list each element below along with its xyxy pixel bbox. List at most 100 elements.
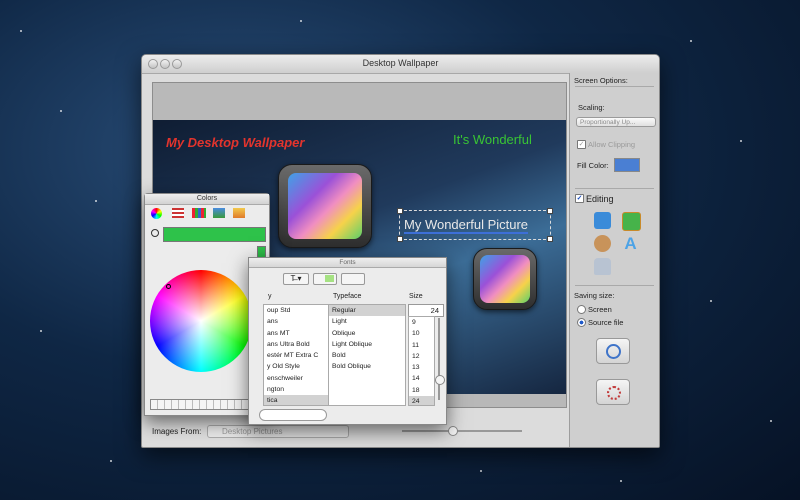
- canvas-top-area: [153, 83, 566, 120]
- size-list-item[interactable]: 10: [409, 328, 434, 339]
- typeface-list-item[interactable]: Regular: [329, 305, 405, 317]
- window-title: Desktop Wallpaper: [362, 58, 439, 68]
- family-list-item[interactable]: y Old Style: [264, 361, 328, 372]
- size-list-item[interactable]: 12: [409, 351, 434, 362]
- size-list-item[interactable]: 18: [409, 385, 434, 396]
- star: [770, 420, 772, 422]
- screen-radio[interactable]: [577, 305, 586, 314]
- text-color-swatch: [325, 275, 334, 282]
- typeface-column-header: Typeface: [333, 293, 362, 300]
- font-search-field[interactable]: [259, 409, 327, 421]
- size-list-item[interactable]: 14: [409, 373, 434, 384]
- resize-handle[interactable]: [397, 208, 403, 214]
- size-slider-knob[interactable]: [435, 375, 445, 385]
- star: [710, 300, 712, 302]
- magnifier-icon[interactable]: [151, 229, 159, 237]
- gear-icon: [607, 386, 621, 400]
- palettes-tab-icon[interactable]: [192, 208, 206, 218]
- crayons-tab-icon[interactable]: [233, 208, 245, 218]
- typeface-list-item[interactable]: Bold: [329, 350, 405, 361]
- fonts-panel-title: Fonts: [249, 258, 446, 268]
- picture-text-box[interactable]: My Wonderful Picture: [397, 208, 553, 242]
- family-list-item[interactable]: oup Std: [264, 305, 328, 316]
- divider: [575, 86, 654, 87]
- fill-color-label: Fill Color:: [577, 161, 609, 170]
- family-list-item[interactable]: tica: [264, 395, 328, 405]
- family-list-item[interactable]: estér MT Extra C: [264, 350, 328, 361]
- editing-checkbox[interactable]: ✓: [575, 194, 584, 203]
- text-tool-icon[interactable]: [594, 212, 611, 229]
- family-list-item[interactable]: enschweiler: [264, 373, 328, 384]
- typeface-list-item[interactable]: Light Oblique: [329, 339, 405, 350]
- star: [40, 330, 42, 332]
- preview-button[interactable]: [596, 338, 630, 364]
- typeface-list-item[interactable]: Oblique: [329, 328, 405, 339]
- star: [110, 460, 112, 462]
- editing-label: Editing: [586, 194, 614, 204]
- allow-clipping-checkbox[interactable]: ✓: [577, 140, 586, 149]
- resize-handle[interactable]: [547, 236, 553, 242]
- large-app-icon-image[interactable]: [278, 164, 372, 248]
- size-list-item[interactable]: 11: [409, 340, 434, 351]
- source-file-radio[interactable]: [577, 318, 586, 327]
- family-list-item[interactable]: ans: [264, 316, 328, 327]
- color-wheel-tab-icon[interactable]: [151, 208, 162, 219]
- family-list-item[interactable]: ans Ultra Bold: [264, 339, 328, 350]
- fonts-panel: Fonts T̶ ▾ y Typeface Size oup Std ans a…: [248, 257, 447, 425]
- fill-color-well[interactable]: [614, 158, 640, 172]
- options-sidebar: Screen Options: Scaling: Proportionally …: [569, 73, 659, 447]
- typeface-list-item[interactable]: Light: [329, 316, 405, 327]
- size-field-value: 24: [430, 306, 439, 315]
- images-from-popup[interactable]: Desktop Pictures: [207, 425, 349, 438]
- star: [740, 140, 742, 142]
- current-color-swatch[interactable]: [163, 227, 266, 242]
- app-icon-artwork: [480, 255, 530, 303]
- star: [95, 200, 97, 202]
- size-list-item[interactable]: 9: [409, 317, 434, 328]
- text-color-button[interactable]: [313, 273, 337, 285]
- screen-options-heading: Screen Options:: [574, 76, 628, 85]
- star: [60, 110, 62, 112]
- star: [690, 40, 692, 42]
- zoom-slider-knob[interactable]: [448, 426, 458, 436]
- scaling-popup[interactable]: Proportionally Up...: [576, 117, 656, 127]
- set-wallpaper-button[interactable]: [596, 379, 630, 405]
- typeface-list[interactable]: Regular Light Oblique Light Oblique Bold…: [328, 304, 406, 406]
- trash-tool-icon[interactable]: [594, 258, 611, 275]
- resize-handle[interactable]: [547, 208, 553, 214]
- image-palettes-tab-icon[interactable]: [213, 208, 225, 218]
- family-list[interactable]: oup Std ans ans MT ans Ultra Bold estér …: [263, 304, 329, 406]
- star: [620, 480, 622, 482]
- colors-panel-title: Colors: [145, 194, 269, 205]
- size-slider[interactable]: [438, 318, 440, 400]
- subhead-text[interactable]: It's Wonderful: [453, 132, 532, 147]
- typeface-list-item[interactable]: Bold Oblique: [329, 361, 405, 372]
- family-list-item[interactable]: ans MT: [264, 328, 328, 339]
- sliders-tab-icon[interactable]: [172, 208, 184, 218]
- palette-tool-icon[interactable]: [594, 235, 611, 252]
- picture-text[interactable]: My Wonderful Picture: [404, 217, 529, 234]
- family-list-item[interactable]: ngton: [264, 384, 328, 395]
- font-tool-icon[interactable]: A: [622, 235, 639, 252]
- text-strikethrough-popup[interactable]: T̶ ▾: [283, 273, 309, 285]
- size-list-item[interactable]: 13: [409, 362, 434, 373]
- document-color-button[interactable]: [341, 273, 365, 285]
- size-list-item[interactable]: 24: [409, 396, 434, 405]
- family-column-header: y: [268, 293, 272, 300]
- image-tool-icon[interactable]: [622, 212, 641, 231]
- scaling-label: Scaling:: [578, 103, 605, 112]
- size-column-header: Size: [409, 293, 423, 300]
- divider: [575, 285, 654, 286]
- allow-clipping-label: Allow Clipping: [588, 140, 636, 149]
- images-from-value: Desktop Pictures: [222, 427, 283, 436]
- zoom-slider[interactable]: [402, 430, 522, 432]
- star: [300, 20, 302, 22]
- magnifier-icon: [606, 344, 621, 359]
- small-app-icon-image[interactable]: [473, 248, 537, 310]
- color-wheel-cursor[interactable]: [166, 284, 171, 289]
- size-list[interactable]: 9 10 11 12 13 14 18 24: [408, 316, 435, 406]
- headline-text[interactable]: My Desktop Wallpaper: [166, 135, 304, 150]
- images-from-label: Images From:: [152, 427, 202, 436]
- resize-handle[interactable]: [397, 236, 403, 242]
- divider: [575, 188, 654, 189]
